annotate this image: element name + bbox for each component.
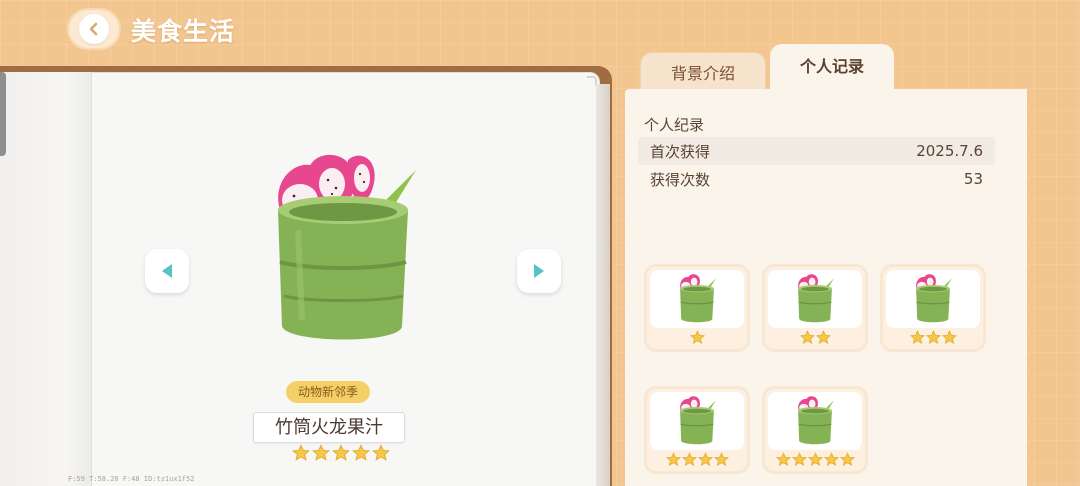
star-icon [807, 452, 823, 466]
food-name-label: 竹筒火龙果汁 [253, 412, 405, 443]
variant-image-frame [768, 392, 862, 450]
triangle-right-icon [534, 264, 544, 278]
star-icon [697, 452, 713, 466]
triangle-left-icon [162, 264, 172, 278]
event-tag: 动物新邻季 [286, 381, 370, 403]
variant-image-frame [650, 392, 744, 450]
bamboo-dragonfruit-juice-image [798, 274, 834, 323]
variant-card[interactable] [644, 264, 750, 352]
record-value: 53 [963, 170, 983, 188]
variant-card[interactable] [644, 386, 750, 474]
back-button[interactable] [67, 8, 121, 50]
edge-tab[interactable] [0, 72, 6, 156]
record-row-first-obtained: 首次获得 2025.7.6 [638, 137, 995, 165]
bamboo-dragonfruit-juice-image [798, 396, 834, 445]
bamboo-dragonfruit-juice-image [916, 274, 952, 323]
record-label: 获得次数 [650, 170, 711, 189]
previous-item-button[interactable] [145, 249, 189, 293]
book-left-page [0, 72, 92, 486]
star-icon [665, 452, 681, 466]
star-icon [372, 444, 390, 461]
variant-card[interactable] [880, 264, 986, 352]
star-icon [312, 444, 330, 461]
star-icon [332, 444, 350, 461]
star-icon [823, 452, 839, 466]
variant-stars [647, 452, 747, 467]
bamboo-dragonfruit-juice-image [680, 396, 716, 445]
debug-info: F:59 T:58.20 F:48 ID:tz1ux1f52 [68, 475, 195, 483]
bamboo-dragonfruit-juice-image [680, 274, 716, 323]
variant-stars [647, 330, 747, 345]
bamboo-dragonfruit-juice-image [278, 154, 416, 340]
variant-card[interactable] [762, 386, 868, 474]
record-row-obtain-count: 获得次数 53 [638, 165, 995, 193]
page-fold [596, 84, 610, 486]
variant-stars [765, 452, 865, 467]
variant-image-frame [768, 270, 862, 328]
variant-image-frame [886, 270, 980, 328]
variant-stars [765, 330, 865, 345]
tab-background-info[interactable]: 背景介绍 [640, 52, 766, 94]
star-icon [799, 330, 815, 344]
page-title: 美食生活 [131, 17, 236, 46]
star-icon [791, 452, 807, 466]
variant-stars [883, 330, 983, 345]
star-icon [909, 330, 925, 344]
record-value: 2025.7.6 [916, 142, 983, 160]
next-item-button[interactable] [517, 249, 561, 293]
star-icon [292, 444, 310, 461]
star-icon [689, 330, 705, 344]
chevron-left-icon [79, 14, 109, 44]
star-icon [925, 330, 941, 344]
star-icon [713, 452, 729, 466]
star-icon [681, 452, 697, 466]
variant-image-frame [650, 270, 744, 328]
star-icon [775, 452, 791, 466]
record-label: 首次获得 [650, 142, 711, 161]
star-icon [352, 444, 370, 461]
variant-card[interactable] [762, 264, 868, 352]
star-icon [839, 452, 855, 466]
tab-personal-record[interactable]: 个人记录 [770, 44, 894, 94]
star-icon [815, 330, 831, 344]
record-section-title: 个人纪录 [644, 116, 705, 134]
rating-stars [292, 444, 390, 462]
star-icon [941, 330, 957, 344]
